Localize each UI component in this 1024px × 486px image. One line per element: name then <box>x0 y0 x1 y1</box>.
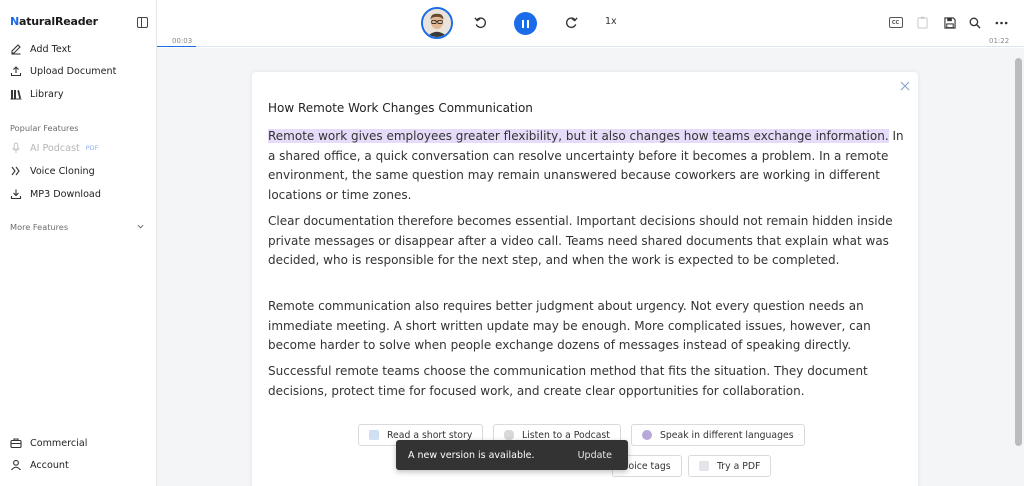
sidebar-item-label: Library <box>30 88 64 100</box>
chip-label: voice tags <box>623 460 671 472</box>
sidebar-item-account[interactable]: Account <box>10 457 69 473</box>
book-icon <box>369 430 379 440</box>
user-icon <box>11 459 21 471</box>
pause-icon-bar <box>526 19 530 28</box>
close-icon[interactable] <box>900 81 910 91</box>
sidebar-item-label: Add Text <box>30 43 72 55</box>
toast-message: A new version is available. <box>408 449 535 461</box>
sidebar-item-label: Commercial <box>30 437 88 449</box>
pause-button[interactable] <box>514 12 537 35</box>
voice-avatar-portrait-icon <box>423 9 451 37</box>
microphone-icon <box>504 430 514 440</box>
collapse-sidebar-icon[interactable] <box>137 17 148 28</box>
rewind-button[interactable] <box>472 14 488 30</box>
library-icon <box>10 90 22 100</box>
more-horizontal-icon <box>995 21 1008 24</box>
paragraph-3[interactable]: Remote communication also requires bette… <box>268 297 904 356</box>
microphone-icon <box>12 142 20 153</box>
rewind-icon <box>473 16 486 28</box>
sidebar-item-add-text[interactable]: Add Text <box>10 41 71 57</box>
upload-icon <box>10 66 22 77</box>
playback-progress-bar[interactable] <box>157 46 1024 48</box>
sidebar-item-label: Account <box>30 459 69 471</box>
voice-avatar[interactable] <box>421 7 453 39</box>
chip-label: Listen to a Podcast <box>522 429 610 441</box>
clipboard-icon <box>917 16 928 29</box>
sidebar-item-label: Upload Document <box>30 65 117 77</box>
save-icon <box>943 16 956 29</box>
update-toast: A new version is available. Update <box>396 440 628 470</box>
paragraph-2[interactable]: Clear documentation therefore becomes es… <box>268 212 904 271</box>
update-button[interactable]: Update <box>578 450 612 461</box>
naturalreader-logo[interactable]: NaturalReader <box>10 15 98 28</box>
chip-label: Speak in different languages <box>660 429 794 441</box>
document-title: How Remote Work Changes Communication <box>268 101 533 115</box>
chip-label: Try a PDF <box>717 460 761 472</box>
save-button[interactable] <box>942 15 957 30</box>
sidebar-item-label: Voice Cloning <box>30 165 95 177</box>
pause-icon-bar <box>521 19 525 28</box>
sidebar-item-commercial[interactable]: Commercial <box>10 435 87 451</box>
sidebar: NaturalReader Add Text Upload Document L… <box>0 0 157 486</box>
playback-progress-fill <box>157 46 196 48</box>
chip-speak-languages[interactable]: Speak in different languages <box>631 424 805 446</box>
popular-features-heading: Popular Features <box>10 123 79 133</box>
more-options-button[interactable] <box>994 15 1009 30</box>
download-icon <box>10 189 22 200</box>
more-features-toggle[interactable]: More Features <box>10 222 68 232</box>
chip-try-pdf[interactable]: Try a PDF <box>688 455 772 477</box>
playback-speed-button[interactable]: 1x <box>605 16 617 27</box>
search-button[interactable] <box>967 15 982 30</box>
sidebar-item-voice-cloning[interactable]: Voice Cloning <box>10 163 95 179</box>
chevron-down-icon[interactable] <box>137 223 144 230</box>
paragraph-1[interactable]: Remote work gives employees greater flex… <box>268 127 904 205</box>
cc-icon: CC <box>888 17 903 28</box>
sidebar-item-label: MP3 Download <box>30 188 101 200</box>
pdf-badge: PDF <box>85 144 99 152</box>
sidebar-item-mp3-download[interactable]: MP3 Download <box>10 186 101 202</box>
forward-icon <box>565 16 578 28</box>
speech-bubble-icon <box>642 430 652 440</box>
document-icon <box>699 461 709 471</box>
sidebar-item-ai-podcast[interactable]: AI Podcast PDF <box>10 140 98 156</box>
search-icon <box>969 17 981 29</box>
edit-icon <box>11 44 21 55</box>
scrollbar-thumb[interactable] <box>1015 58 1022 446</box>
forward-button[interactable] <box>563 14 579 30</box>
captions-button[interactable]: CC <box>888 15 903 30</box>
briefcase-icon <box>10 438 22 449</box>
sidebar-item-upload-document[interactable]: Upload Document <box>10 63 116 79</box>
paragraph-4[interactable]: Successful remote teams choose the commu… <box>268 362 904 401</box>
sidebar-item-label: AI Podcast <box>30 142 80 154</box>
chip-label: Read a short story <box>387 429 473 441</box>
clipboard-button[interactable] <box>915 15 930 30</box>
elapsed-time: 00:03 <box>172 37 193 45</box>
highlighted-sentence[interactable]: Remote work gives employees greater flex… <box>268 129 889 143</box>
voice-wave-icon <box>11 166 20 176</box>
sidebar-item-library[interactable]: Library <box>10 86 64 102</box>
total-time: 01:22 <box>989 37 1010 45</box>
